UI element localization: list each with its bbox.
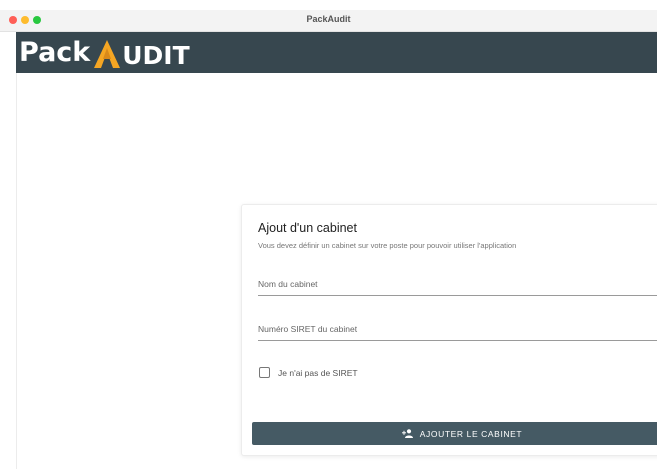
logo-a-icon [93,39,121,71]
logo-text-pack: Pack [19,36,91,68]
window-title: PackAudit [306,14,351,24]
no-siret-option[interactable]: Je n'ai pas de SIRET [259,367,358,378]
add-cabinet-button[interactable]: AJOUTER LE CABINET [252,422,657,445]
packaudit-logo: Pack UDIT [19,34,190,70]
sidebar-edge [16,73,17,469]
no-siret-label: Je n'ai pas de SIRET [278,367,358,378]
siret-field[interactable]: Numéro SIRET du cabinet [258,321,657,341]
app-window: PackAudit Pack UDIT Ajout d'un cabinet V… [0,0,657,469]
siret-label: Numéro SIRET du cabinet [258,324,358,334]
no-siret-checkbox[interactable] [259,367,270,378]
card-title: Ajout d'un cabinet [258,221,357,235]
add-user-icon [401,429,413,438]
card-subtitle: Vous devez définir un cabinet sur votre … [258,241,517,250]
logo-text-audit: UDIT [122,40,190,70]
app-header: Pack UDIT [16,32,657,73]
cabinet-name-label: Nom du cabinet [258,279,318,289]
cabinet-name-field[interactable]: Nom du cabinet [258,276,657,296]
add-cabinet-button-label: AJOUTER LE CABINET [419,428,523,439]
add-cabinet-card: Ajout d'un cabinet Vous devez définir un… [241,204,657,456]
window-titlebar: PackAudit [0,10,657,32]
